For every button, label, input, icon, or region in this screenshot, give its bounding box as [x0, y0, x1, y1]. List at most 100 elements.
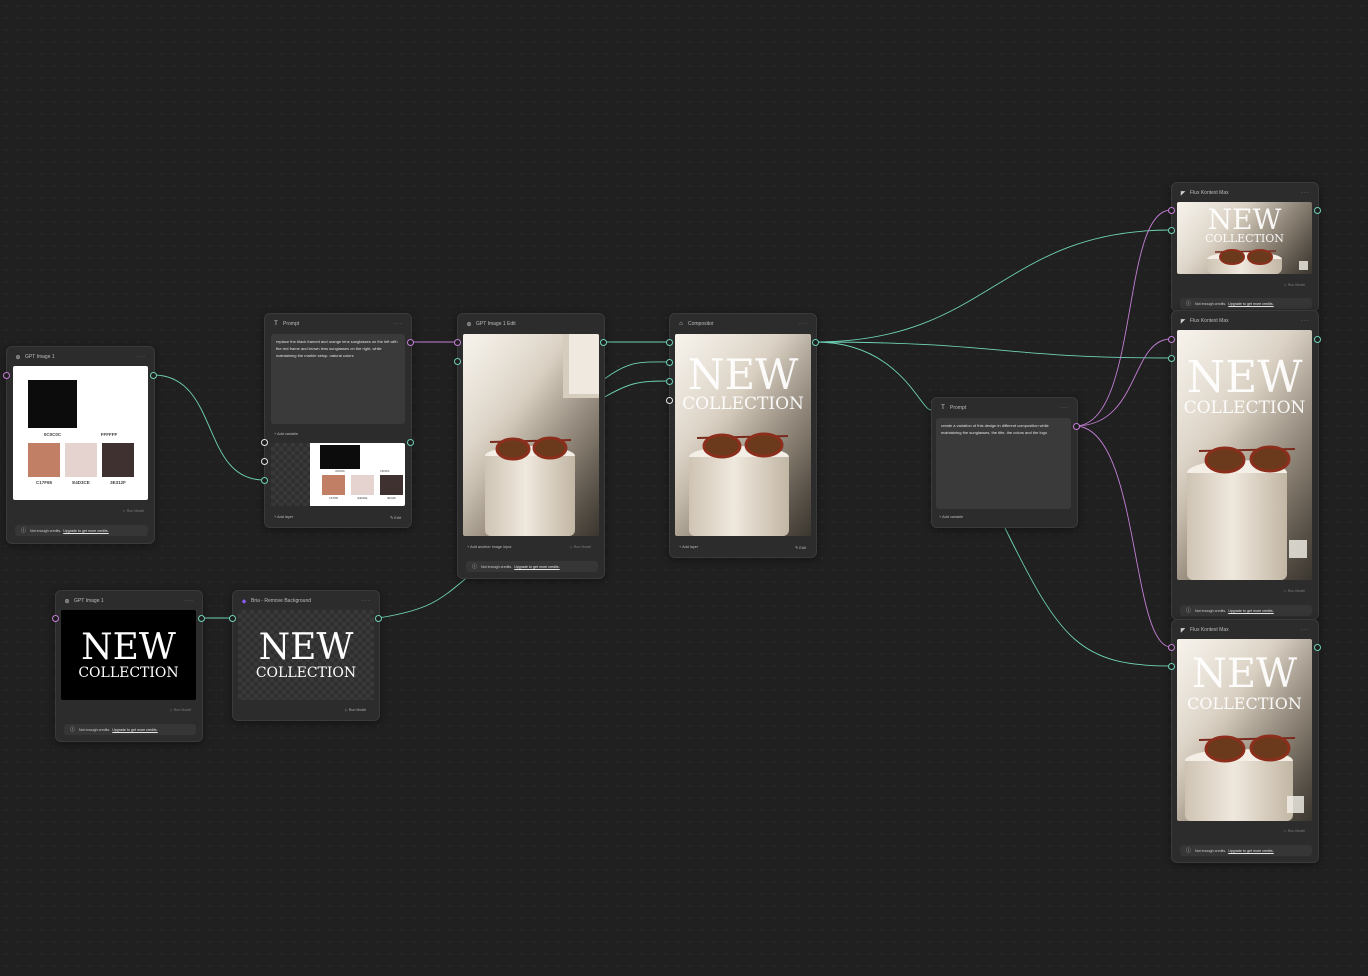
input-port[interactable]: [666, 339, 673, 346]
gpt-image-node-text[interactable]: ⊛ GPT Image 1 ··· NEW COLLECTION ▷ Run M…: [55, 590, 203, 742]
node-menu-icon[interactable]: ···: [137, 354, 146, 360]
add-layer-button[interactable]: + Add layer: [274, 515, 293, 519]
headline-collection: COLLECTION: [1187, 694, 1302, 713]
node-menu-icon[interactable]: ···: [362, 598, 371, 604]
bria-remove-background-node[interactable]: ◆ Bria - Remove Background ··· NEW COLLE…: [232, 590, 380, 721]
add-variable-button[interactable]: + Add variable: [939, 515, 963, 519]
output-port[interactable]: [1073, 423, 1080, 430]
upgrade-link[interactable]: Upgrade to get more credits.: [1228, 302, 1274, 306]
input-port[interactable]: [454, 339, 461, 346]
node-header[interactable]: ◤ Flux Kontext Max ···: [1180, 624, 1310, 636]
prompt-textarea[interactable]: replace the black framed and orange lens…: [271, 334, 405, 424]
output-port[interactable]: [1314, 207, 1321, 214]
node-header[interactable]: ◤ Flux Kontext Max ···: [1180, 187, 1310, 199]
node-title: Compositor: [688, 321, 714, 327]
add-variable-button[interactable]: + Add variable: [274, 432, 298, 436]
run-model-button[interactable]: ▷ Run Model: [570, 545, 591, 549]
composited-image: NEW COLLECTION: [675, 334, 811, 536]
output-port[interactable]: [812, 339, 819, 346]
flux-kontext-node-3[interactable]: ◤ Flux Kontext Max ··· NEW COLLECTION ▷ …: [1171, 619, 1319, 863]
node-header[interactable]: ⊛ GPT Image 1 ···: [64, 595, 194, 607]
input-port[interactable]: [261, 477, 268, 484]
output-port[interactable]: [198, 615, 205, 622]
headline-collection: COLLECTION: [78, 665, 179, 681]
window-frame: [563, 334, 599, 398]
output-port[interactable]: [600, 339, 607, 346]
prompt-textarea[interactable]: create a variation of this design in dif…: [936, 418, 1071, 509]
run-model-button[interactable]: ▷ Run Model: [170, 708, 191, 712]
edit-button[interactable]: ✎ Edit: [390, 515, 401, 520]
input-port[interactable]: [666, 378, 673, 385]
node-header[interactable]: ◆ Bria - Remove Background ···: [241, 595, 371, 607]
input-port[interactable]: [666, 397, 673, 404]
upgrade-link[interactable]: Upgrade to get more credits.: [1228, 849, 1274, 853]
node-menu-icon[interactable]: ···: [1301, 190, 1310, 196]
node-header[interactable]: ◤ Flux Kontext Max ···: [1180, 315, 1310, 327]
input-port[interactable]: [666, 359, 673, 366]
node-header[interactable]: T Prompt ···: [273, 318, 403, 330]
edit-icon: ✎: [390, 516, 394, 520]
gpt-image-edit-node[interactable]: ⊛ GPT Image 1 Edit + Add another image i…: [457, 313, 605, 579]
input-port[interactable]: [1168, 207, 1175, 214]
run-model-button[interactable]: ▷ Run Model: [123, 509, 144, 513]
output-port[interactable]: [1314, 644, 1321, 651]
output-port[interactable]: [407, 439, 414, 446]
node-header[interactable]: ⊛ GPT Image 1 Edit: [466, 318, 596, 330]
headline-collection: COLLECTION: [1205, 232, 1284, 245]
edit-icon: ✎: [795, 546, 799, 550]
input-port[interactable]: [261, 458, 268, 465]
logo-tag: [1299, 261, 1308, 270]
upgrade-link[interactable]: Upgrade to get more credits.: [112, 728, 158, 732]
input-port[interactable]: [229, 615, 236, 622]
node-menu-icon[interactable]: ···: [394, 321, 403, 327]
input-port[interactable]: [3, 372, 10, 379]
node-title: Flux Kontext Max: [1190, 190, 1229, 196]
node-header[interactable]: ⊛ GPT Image 1 ···: [15, 351, 146, 363]
run-model-button[interactable]: ▷ Run Model: [1284, 589, 1305, 593]
input-port[interactable]: [1168, 227, 1175, 234]
input-port[interactable]: [1168, 336, 1175, 343]
mini-swatch: [351, 475, 374, 495]
headline-new: NEW: [258, 627, 354, 668]
input-port[interactable]: [1168, 644, 1175, 651]
input-port[interactable]: [52, 615, 59, 622]
headline-new: NEW: [1207, 203, 1282, 236]
edit-button[interactable]: ✎ Edit: [795, 545, 806, 550]
node-menu-icon[interactable]: ···: [185, 598, 194, 604]
swatch-label-4: 3E312F: [110, 480, 126, 485]
output-port[interactable]: [150, 372, 157, 379]
credit-warning: ⓘ Not enough credits. Upgrade to get mor…: [1180, 605, 1312, 616]
prompt-node-2[interactable]: T Prompt ··· create a variation of this …: [931, 397, 1078, 528]
flux-kontext-node-2[interactable]: ◤ Flux Kontext Max ··· NEW COLLECTION ▷ …: [1171, 310, 1319, 620]
node-menu-icon[interactable]: ···: [799, 321, 808, 327]
add-layer-button[interactable]: + Add layer: [679, 545, 698, 549]
gpt-image-node-palette[interactable]: ⊛ GPT Image 1 ··· 0C0C0C FFFFFF C17F65 E…: [6, 346, 155, 544]
upgrade-link[interactable]: Upgrade to get more credits.: [1228, 609, 1274, 613]
prompt-node-1[interactable]: T Prompt ··· replace the black framed an…: [264, 313, 412, 528]
flux-kontext-node-1[interactable]: ◤ Flux Kontext Max ··· NEW COLLECTION ▷ …: [1171, 182, 1319, 312]
run-model-button[interactable]: ▷ Run Model: [1284, 283, 1305, 287]
input-port[interactable]: [261, 439, 268, 446]
run-model-label: Run Model: [1287, 589, 1306, 593]
mini-swatch-label: E4D3CE: [357, 497, 368, 500]
input-port[interactable]: [454, 358, 461, 365]
upgrade-link[interactable]: Upgrade to get more credits.: [63, 529, 109, 533]
input-port[interactable]: [1168, 663, 1175, 670]
output-port[interactable]: [1314, 336, 1321, 343]
node-menu-icon[interactable]: ···: [1060, 405, 1069, 411]
run-model-button[interactable]: ▷ Run Model: [345, 708, 366, 712]
node-menu-icon[interactable]: ···: [1301, 318, 1310, 324]
node-menu-icon[interactable]: ···: [1301, 627, 1310, 633]
add-image-input-button[interactable]: + Add another image input: [467, 545, 511, 549]
input-port[interactable]: [1168, 355, 1175, 362]
node-header[interactable]: T Prompt ···: [940, 402, 1069, 414]
run-model-button[interactable]: ▷ Run Model: [1284, 829, 1305, 833]
credit-warning: ⓘ Not enough credits. Upgrade to get mor…: [466, 561, 598, 572]
transparent-image: NEW COLLECTION: [238, 610, 374, 700]
upgrade-link[interactable]: Upgrade to get more credits.: [514, 565, 560, 569]
compositor-node[interactable]: ⌂ Compositor ··· NEW COLLECTION + Add la…: [669, 313, 817, 558]
output-port[interactable]: [375, 615, 382, 622]
output-port[interactable]: [407, 339, 414, 346]
credit-warning: ⓘ Not enough credits. Upgrade to get mor…: [1180, 298, 1312, 309]
node-header[interactable]: ⌂ Compositor ···: [678, 318, 808, 330]
